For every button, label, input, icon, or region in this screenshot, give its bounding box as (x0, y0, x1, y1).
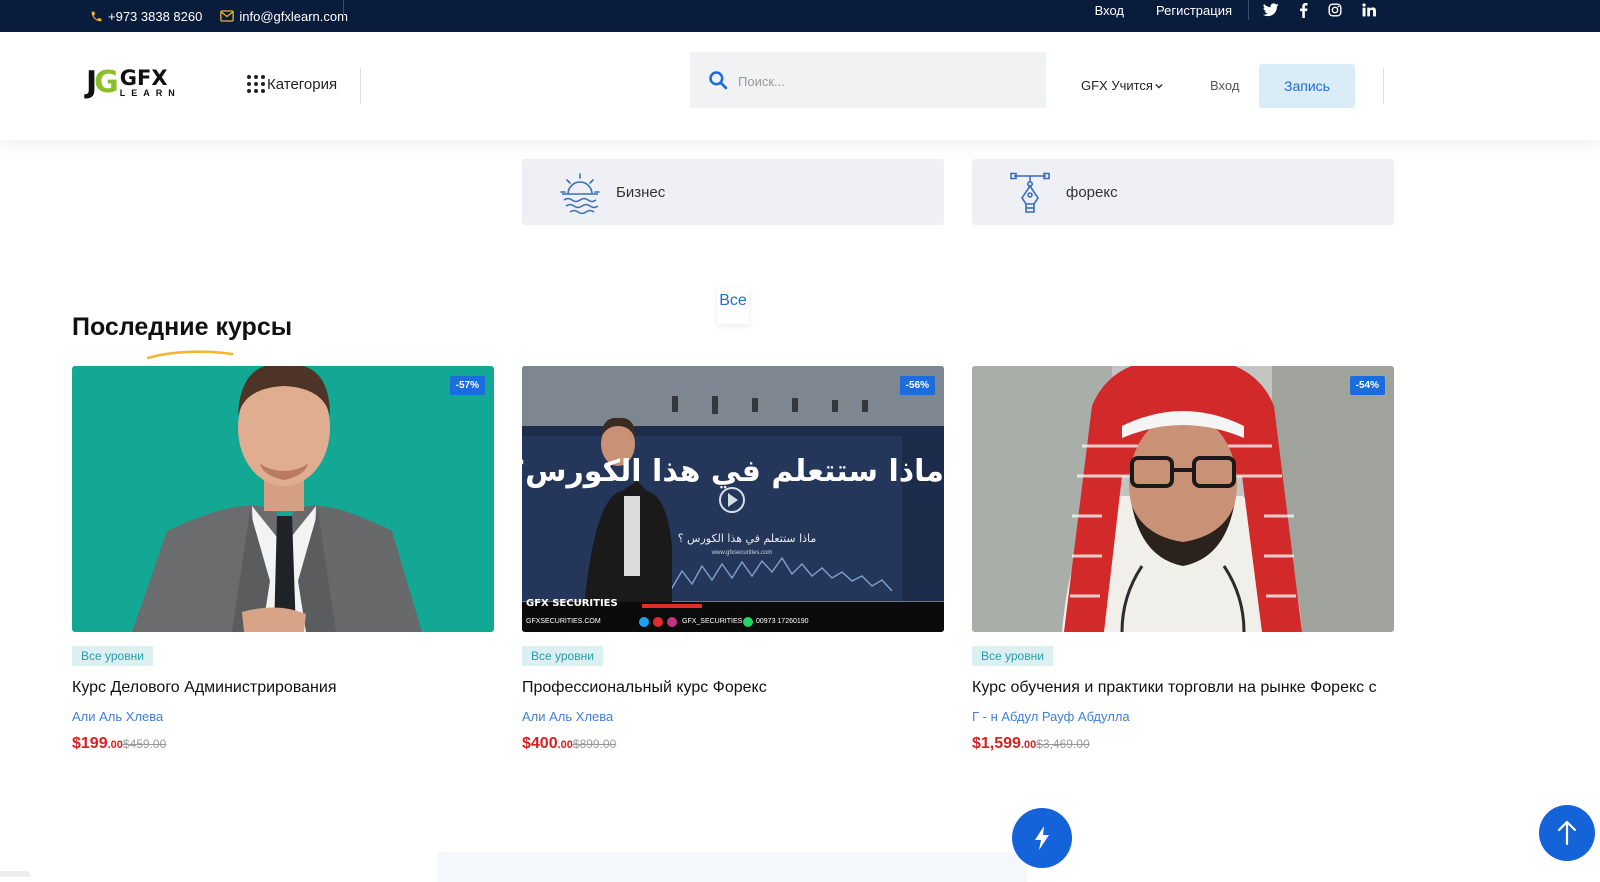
course-thumbnail[interactable]: -54% (972, 366, 1394, 632)
course-author[interactable]: Али Аль Хлева (522, 709, 944, 724)
logo-mark: JG (86, 65, 119, 100)
logo-text: GFX LEARN (120, 68, 181, 98)
current-price: $199.00 (72, 735, 123, 753)
category-card-business[interactable]: Бизнес (522, 159, 944, 225)
video-brand: GFX SECURITIES (526, 598, 618, 609)
course-card[interactable]: -57% Все уровни Курс Делового Администри… (72, 366, 494, 753)
old-price: $899.00 (572, 737, 617, 751)
discount-badge: -54% (1349, 376, 1385, 395)
current-price: $1,599.00 (972, 735, 1036, 753)
instructor-photo (972, 366, 1394, 632)
course-title[interactable]: Профессиональный курс Форекс (522, 679, 944, 697)
course-author[interactable]: Али Аль Хлева (72, 709, 494, 724)
course-title[interactable]: Курс обучения и практики торговли на рын… (972, 679, 1394, 697)
envelope-icon (220, 10, 235, 22)
course-price: $400.00 $899.00 (522, 735, 944, 753)
level-badge: Все уровни (522, 646, 603, 666)
level-badge: Все уровни (72, 646, 153, 666)
instagram-icon[interactable] (1328, 3, 1342, 17)
course-video-frame (522, 366, 944, 632)
course-author[interactable]: Г - н Абдул Рауф Абдулла (972, 709, 1394, 724)
category-label: Бизнес (616, 183, 666, 201)
category-button[interactable]: Категория (247, 75, 337, 93)
level-badge: Все уровни (972, 646, 1053, 666)
logo-name: GFX (119, 66, 168, 90)
video-headline: ماذا ستتعلم في هذا الكورس؟ (522, 454, 944, 489)
logo-sub: LEARN (119, 88, 181, 98)
instructor-photo (72, 366, 494, 632)
nav-gfx-label: GFX Учится (1081, 78, 1153, 93)
price-cents: .00 (1020, 739, 1037, 751)
video-footer-handle: GFX_SECURITIES (682, 618, 743, 625)
pen-nib-icon (1010, 172, 1050, 213)
course-title[interactable]: Курс Делового Администрирования (72, 679, 494, 697)
account-links: Вход Регистрация (1079, 0, 1376, 20)
top-bar: +973 3838 8260 info@gfxlearn.com Вход Ре… (0, 0, 1600, 32)
join-button[interactable]: Запись (1259, 64, 1355, 108)
facebook-icon[interactable] (1299, 2, 1308, 18)
phone-text: +973 3838 8260 (108, 8, 203, 24)
phone-contact[interactable]: +973 3838 8260 (90, 9, 202, 24)
arrow-up-icon (1557, 820, 1577, 846)
old-price: $459.00 (122, 737, 167, 751)
linkedin-icon[interactable] (1362, 3, 1376, 17)
video-subline: ماذا ستتعلم في هذا الكورس ؟ (677, 532, 817, 545)
course-price: $199.00 $459.00 (72, 735, 494, 753)
price-main: $1,599 (972, 735, 1021, 752)
category-card-forex[interactable]: форекс (972, 159, 1394, 225)
social-links (1257, 2, 1376, 18)
top-register-link[interactable]: Регистрация (1140, 3, 1248, 18)
chevron-down-icon (1155, 83, 1163, 89)
category-label: Категория (267, 75, 338, 93)
quick-action-button[interactable] (1012, 808, 1072, 868)
category-label: форекс (1066, 183, 1118, 201)
price-main: $400 (522, 735, 558, 752)
course-price: $1,599.00 $3,469.00 (972, 735, 1394, 753)
tab-all[interactable]: Все (717, 288, 749, 324)
top-login-link[interactable]: Вход (1079, 3, 1140, 18)
email-contact[interactable]: info@gfxlearn.com (220, 9, 348, 24)
search-box (690, 52, 1046, 108)
phone-icon (91, 11, 102, 21)
old-price: $3,469.00 (1036, 737, 1090, 751)
course-card[interactable]: -54% Все уровни Курс обучения и практики… (972, 366, 1394, 753)
discount-badge: -56% (899, 376, 935, 395)
divider (1248, 0, 1249, 20)
search-input[interactable] (736, 66, 1030, 96)
divider (343, 0, 344, 20)
price-main: $199 (72, 735, 108, 752)
search-icon[interactable] (708, 70, 728, 90)
logo-mark-g: G (94, 65, 119, 100)
divider (360, 68, 361, 104)
twitter-icon[interactable] (1263, 3, 1279, 17)
section-title: Последние курсы (72, 313, 293, 341)
contact-info: +973 3838 8260 info@gfxlearn.com (90, 0, 348, 32)
price-cents: .00 (557, 739, 573, 751)
nav-gfx-learn[interactable]: GFX Учится (1081, 78, 1163, 93)
current-price: $400.00 (522, 735, 573, 753)
sunrise-icon (560, 173, 600, 214)
scroll-to-top-button[interactable] (1539, 805, 1595, 861)
discount-badge: -57% (449, 376, 485, 395)
title-underline (146, 350, 234, 360)
grid-icon (247, 75, 265, 93)
main-header: JG GFX LEARN Категория GFX Учится Вход З… (0, 32, 1600, 140)
price-cents: .00 (107, 739, 123, 751)
divider (1383, 68, 1384, 104)
video-url: www.gfxsecurities.com (711, 550, 773, 556)
video-footer-phone: 00973 17260190 (756, 618, 809, 625)
email-text: info@gfxlearn.com (239, 8, 348, 24)
nav-login-link[interactable]: Вход (1210, 78, 1239, 93)
course-thumbnail[interactable]: ماذا ستتعلم في هذا الكورس؟ ماذا ستتعلم ف… (522, 366, 944, 632)
video-footer-site: GFXSECURITIES.COM (526, 618, 601, 625)
course-thumbnail[interactable]: -57% (72, 366, 494, 632)
course-card[interactable]: ماذا ستتعلم في هذا الكورس؟ ماذا ستتعلم ف… (522, 366, 944, 753)
site-logo[interactable]: JG GFX LEARN (86, 67, 181, 99)
corner-handle[interactable] (0, 871, 30, 877)
next-section-panel (437, 852, 1027, 882)
lightning-icon (1035, 826, 1049, 850)
